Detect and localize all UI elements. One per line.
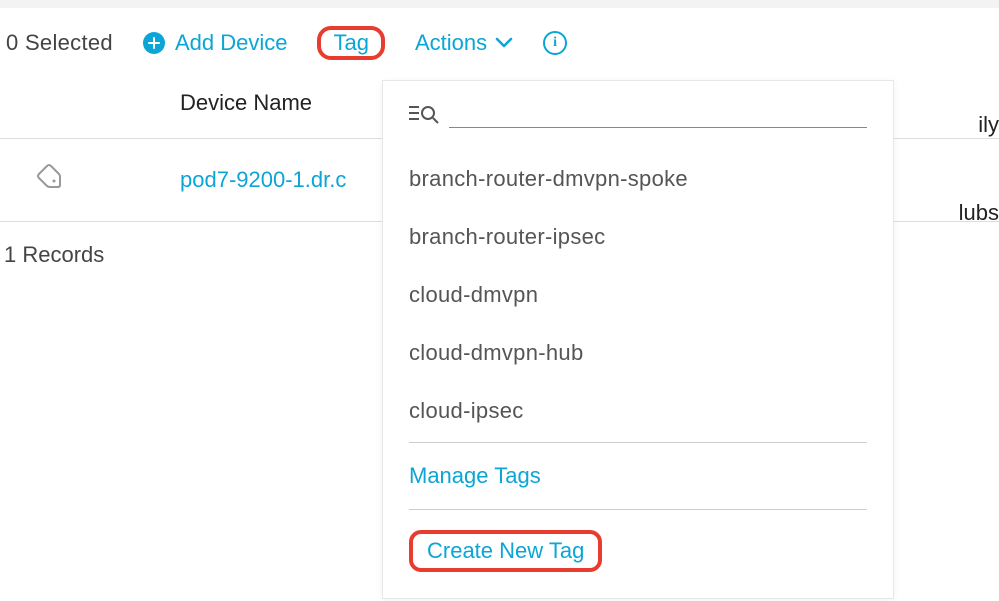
manage-tags-link[interactable]: Manage Tags (409, 445, 867, 507)
tag-option[interactable]: cloud-dmvpn-hub (409, 324, 867, 382)
row-value-partial: lubs (959, 200, 999, 226)
tag-button[interactable]: Tag (333, 30, 368, 56)
selected-count: 0 Selected (6, 30, 113, 56)
create-tag-row: Create New Tag (409, 512, 867, 572)
tag-option[interactable]: cloud-dmvpn (409, 266, 867, 324)
divider (409, 509, 867, 510)
create-new-tag-link[interactable]: Create New Tag (409, 530, 602, 572)
top-strip (0, 0, 999, 8)
toolbar: 0 Selected Add Device Tag Actions i (0, 8, 999, 78)
divider (409, 442, 867, 443)
info-icon[interactable]: i (543, 31, 567, 55)
column-header-device-name[interactable]: Device Name (180, 90, 312, 116)
device-name-link[interactable]: pod7-9200-1.dr.c (180, 167, 346, 193)
tag-icon[interactable] (32, 173, 64, 198)
add-device-button[interactable]: Add Device (143, 30, 288, 56)
tag-button-highlight: Tag (317, 26, 384, 60)
tag-option[interactable]: branch-router-dmvpn-spoke (409, 150, 867, 208)
filter-search-icon[interactable] (409, 103, 439, 130)
tag-search-row (409, 103, 867, 130)
tag-dropdown: branch-router-dmvpn-spoke branch-router-… (382, 80, 894, 599)
column-header-partial: ily (978, 112, 999, 138)
plus-icon (143, 32, 165, 54)
actions-label: Actions (415, 30, 487, 56)
add-device-label: Add Device (175, 30, 288, 56)
tag-option[interactable]: branch-router-ipsec (409, 208, 867, 266)
tag-option[interactable]: cloud-ipsec (409, 382, 867, 440)
actions-button[interactable]: Actions (415, 30, 513, 56)
chevron-down-icon (495, 29, 513, 55)
tag-search-input[interactable] (449, 106, 867, 128)
row-tag-cell (0, 161, 180, 199)
